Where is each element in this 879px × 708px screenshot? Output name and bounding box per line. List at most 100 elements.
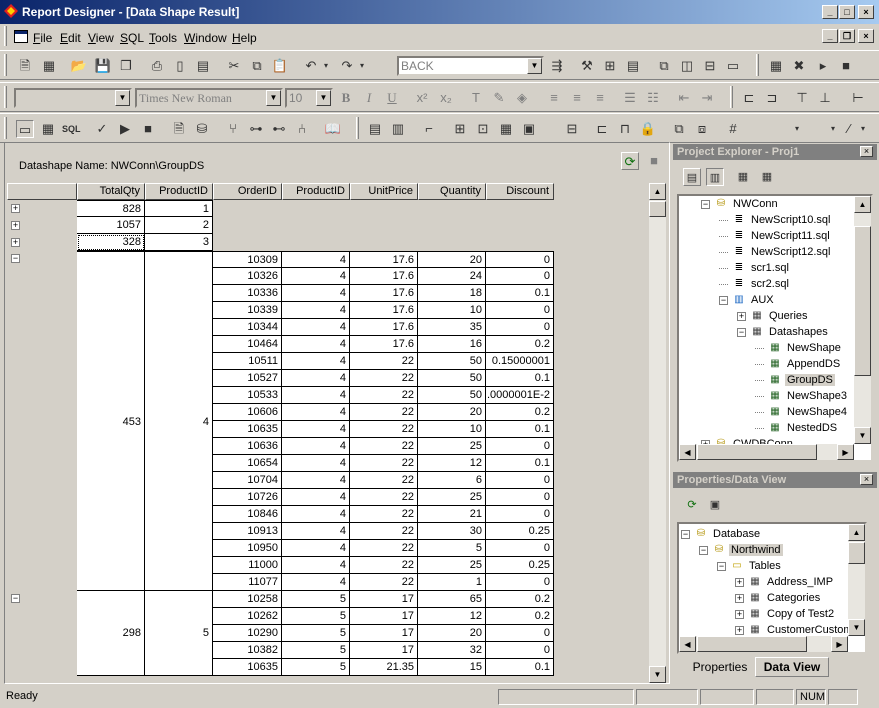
- view-code-icon[interactable]: ▤: [683, 168, 701, 186]
- grid-cell[interactable]: 17.6: [350, 251, 418, 268]
- grid-cell[interactable]: 10527: [213, 370, 282, 387]
- group-productid[interactable]: 3: [145, 234, 213, 251]
- grid-cell[interactable]: 22: [350, 421, 418, 438]
- pv-vscroll[interactable]: ▲ ▼: [848, 524, 865, 636]
- grid-cell[interactable]: 20: [418, 404, 486, 421]
- cascade-icon[interactable]: ⧉: [655, 57, 673, 75]
- grid-cell[interactable]: 25: [418, 489, 486, 506]
- scroll-left-icon[interactable]: ◀: [679, 444, 696, 460]
- check-sql-icon[interactable]: ✓: [93, 120, 111, 138]
- tree-node-newshape4[interactable]: ▦ NewShape4: [755, 404, 849, 420]
- grid-cell[interactable]: 21: [418, 506, 486, 523]
- collapse-icon[interactable]: −: [11, 254, 20, 263]
- relate-b-icon[interactable]: ⊶: [247, 120, 265, 138]
- column-header-orderid[interactable]: OrderID: [213, 183, 282, 200]
- grid-cell[interactable]: 0: [486, 574, 554, 591]
- grid-cell[interactable]: 25: [418, 557, 486, 574]
- tree-expand-icon[interactable]: +: [735, 577, 744, 587]
- group-productid[interactable]: 5: [145, 591, 213, 676]
- tree-node-newshape3[interactable]: ▦ NewShape3: [755, 388, 849, 404]
- grid-cell[interactable]: 10635: [213, 421, 282, 438]
- hash-icon[interactable]: #: [724, 120, 742, 138]
- tree-collapse-icon[interactable]: −: [699, 545, 708, 555]
- report-e-icon[interactable]: ⊡: [474, 120, 492, 138]
- dropdown-a-icon[interactable]: ▾: [788, 120, 806, 138]
- tree-collapse-icon[interactable]: −: [681, 529, 690, 539]
- expand-icon[interactable]: +: [11, 238, 20, 247]
- grid-cell[interactable]: 17.6: [350, 319, 418, 336]
- report-d-icon[interactable]: ⊞: [451, 120, 469, 138]
- pen-icon[interactable]: ✎: [490, 89, 508, 107]
- lock-icon[interactable]: 🔒: [639, 120, 657, 138]
- grid-cell[interactable]: 5: [282, 642, 350, 659]
- navigate-icon[interactable]: ⇶: [548, 57, 566, 75]
- grid-cell[interactable]: 35: [418, 319, 486, 336]
- tree-node-northwind[interactable]: − ⛁ Northwind: [699, 542, 783, 558]
- grid-cell[interactable]: 0: [486, 489, 554, 506]
- close-icon[interactable]: ×: [860, 146, 873, 157]
- grid-cell[interactable]: 17.6: [350, 285, 418, 302]
- scroll-up-icon[interactable]: ▲: [649, 183, 666, 200]
- print-icon[interactable]: ⎙: [148, 57, 166, 75]
- tile-vertical-icon[interactable]: ◫: [678, 57, 696, 75]
- group-totalqty[interactable]: 1057: [77, 217, 145, 234]
- bold-button[interactable]: B: [337, 89, 355, 107]
- grid-cell[interactable]: 0: [486, 268, 554, 285]
- superscript-icon[interactable]: x²: [413, 89, 431, 107]
- tree-collapse-icon[interactable]: −: [717, 561, 726, 571]
- align-center-icon[interactable]: ≡: [568, 89, 586, 107]
- tree-node-aux[interactable]: − ▥ AUX: [719, 292, 776, 308]
- grid-cell[interactable]: 25: [418, 438, 486, 455]
- toolbar-grip-2[interactable]: [756, 54, 759, 76]
- open-icon[interactable]: 📂: [70, 57, 88, 75]
- grid-cell[interactable]: 17: [350, 642, 418, 659]
- stop-icon[interactable]: ■: [837, 57, 855, 75]
- grid-cell[interactable]: 50: [418, 387, 486, 404]
- scroll-left-icon[interactable]: ◀: [679, 636, 696, 652]
- grid-cell[interactable]: .0000001E-2: [486, 387, 554, 404]
- new-project-icon[interactable]: 🗎: [16, 57, 34, 75]
- grid-cell[interactable]: 0.1: [486, 285, 554, 302]
- grid-cell[interactable]: 22: [350, 438, 418, 455]
- back-combo[interactable]: BACK ▼: [397, 56, 544, 76]
- grid-cell[interactable]: 5: [282, 608, 350, 625]
- grid-cell[interactable]: 50: [418, 353, 486, 370]
- report-j-icon[interactable]: ⊓: [616, 120, 634, 138]
- grid-cell[interactable]: 4: [282, 489, 350, 506]
- arrange-icon[interactable]: ▭: [724, 57, 742, 75]
- grid-cell[interactable]: 4: [282, 336, 350, 353]
- menu-file[interactable]: File: [33, 31, 52, 45]
- delete-icon[interactable]: ✖: [790, 57, 808, 75]
- report-i-icon[interactable]: ⊏: [593, 120, 611, 138]
- grid-cell[interactable]: 4: [282, 370, 350, 387]
- grid-cell[interactable]: 6: [418, 472, 486, 489]
- grid-cell[interactable]: 50: [418, 370, 486, 387]
- report-l-icon[interactable]: ⧈: [693, 120, 711, 138]
- menu-window[interactable]: Window: [184, 31, 227, 45]
- report-f-icon[interactable]: ▦: [497, 120, 515, 138]
- grid-cell[interactable]: 4: [282, 540, 350, 557]
- folder-toggle-icon[interactable]: ▦: [734, 168, 752, 186]
- relate-a-icon[interactable]: ⑂: [224, 120, 242, 138]
- column-header-totalqty[interactable]: TotalQty: [77, 183, 145, 200]
- connect-icon[interactable]: ▣: [706, 496, 724, 514]
- tree-node-database[interactable]: − ⛁ Database: [681, 526, 762, 542]
- column-header-unitprice[interactable]: UnitPrice: [350, 183, 418, 200]
- tree-collapse-icon[interactable]: −: [719, 295, 728, 305]
- group-totalqty[interactable]: 328: [77, 234, 145, 251]
- menu-edit[interactable]: Edit: [60, 31, 81, 45]
- chevron-down-icon[interactable]: ▼: [527, 58, 542, 74]
- grid-cell[interactable]: 22: [350, 387, 418, 404]
- text-format-icon[interactable]: T: [467, 89, 485, 107]
- save-all-icon[interactable]: ❐: [117, 57, 135, 75]
- grid-cell[interactable]: 10726: [213, 489, 282, 506]
- grid-cell[interactable]: 4: [282, 268, 350, 285]
- report-a-icon[interactable]: ▤: [366, 120, 384, 138]
- grid-cell[interactable]: 4: [282, 302, 350, 319]
- doc-restore-button[interactable]: ❐: [839, 29, 855, 43]
- grid-cell[interactable]: 22: [350, 523, 418, 540]
- stop-icon[interactable]: ■: [645, 152, 663, 170]
- grid-cell[interactable]: 1: [418, 574, 486, 591]
- grid-cell[interactable]: 10382: [213, 642, 282, 659]
- indent-icon[interactable]: ⇥: [698, 89, 716, 107]
